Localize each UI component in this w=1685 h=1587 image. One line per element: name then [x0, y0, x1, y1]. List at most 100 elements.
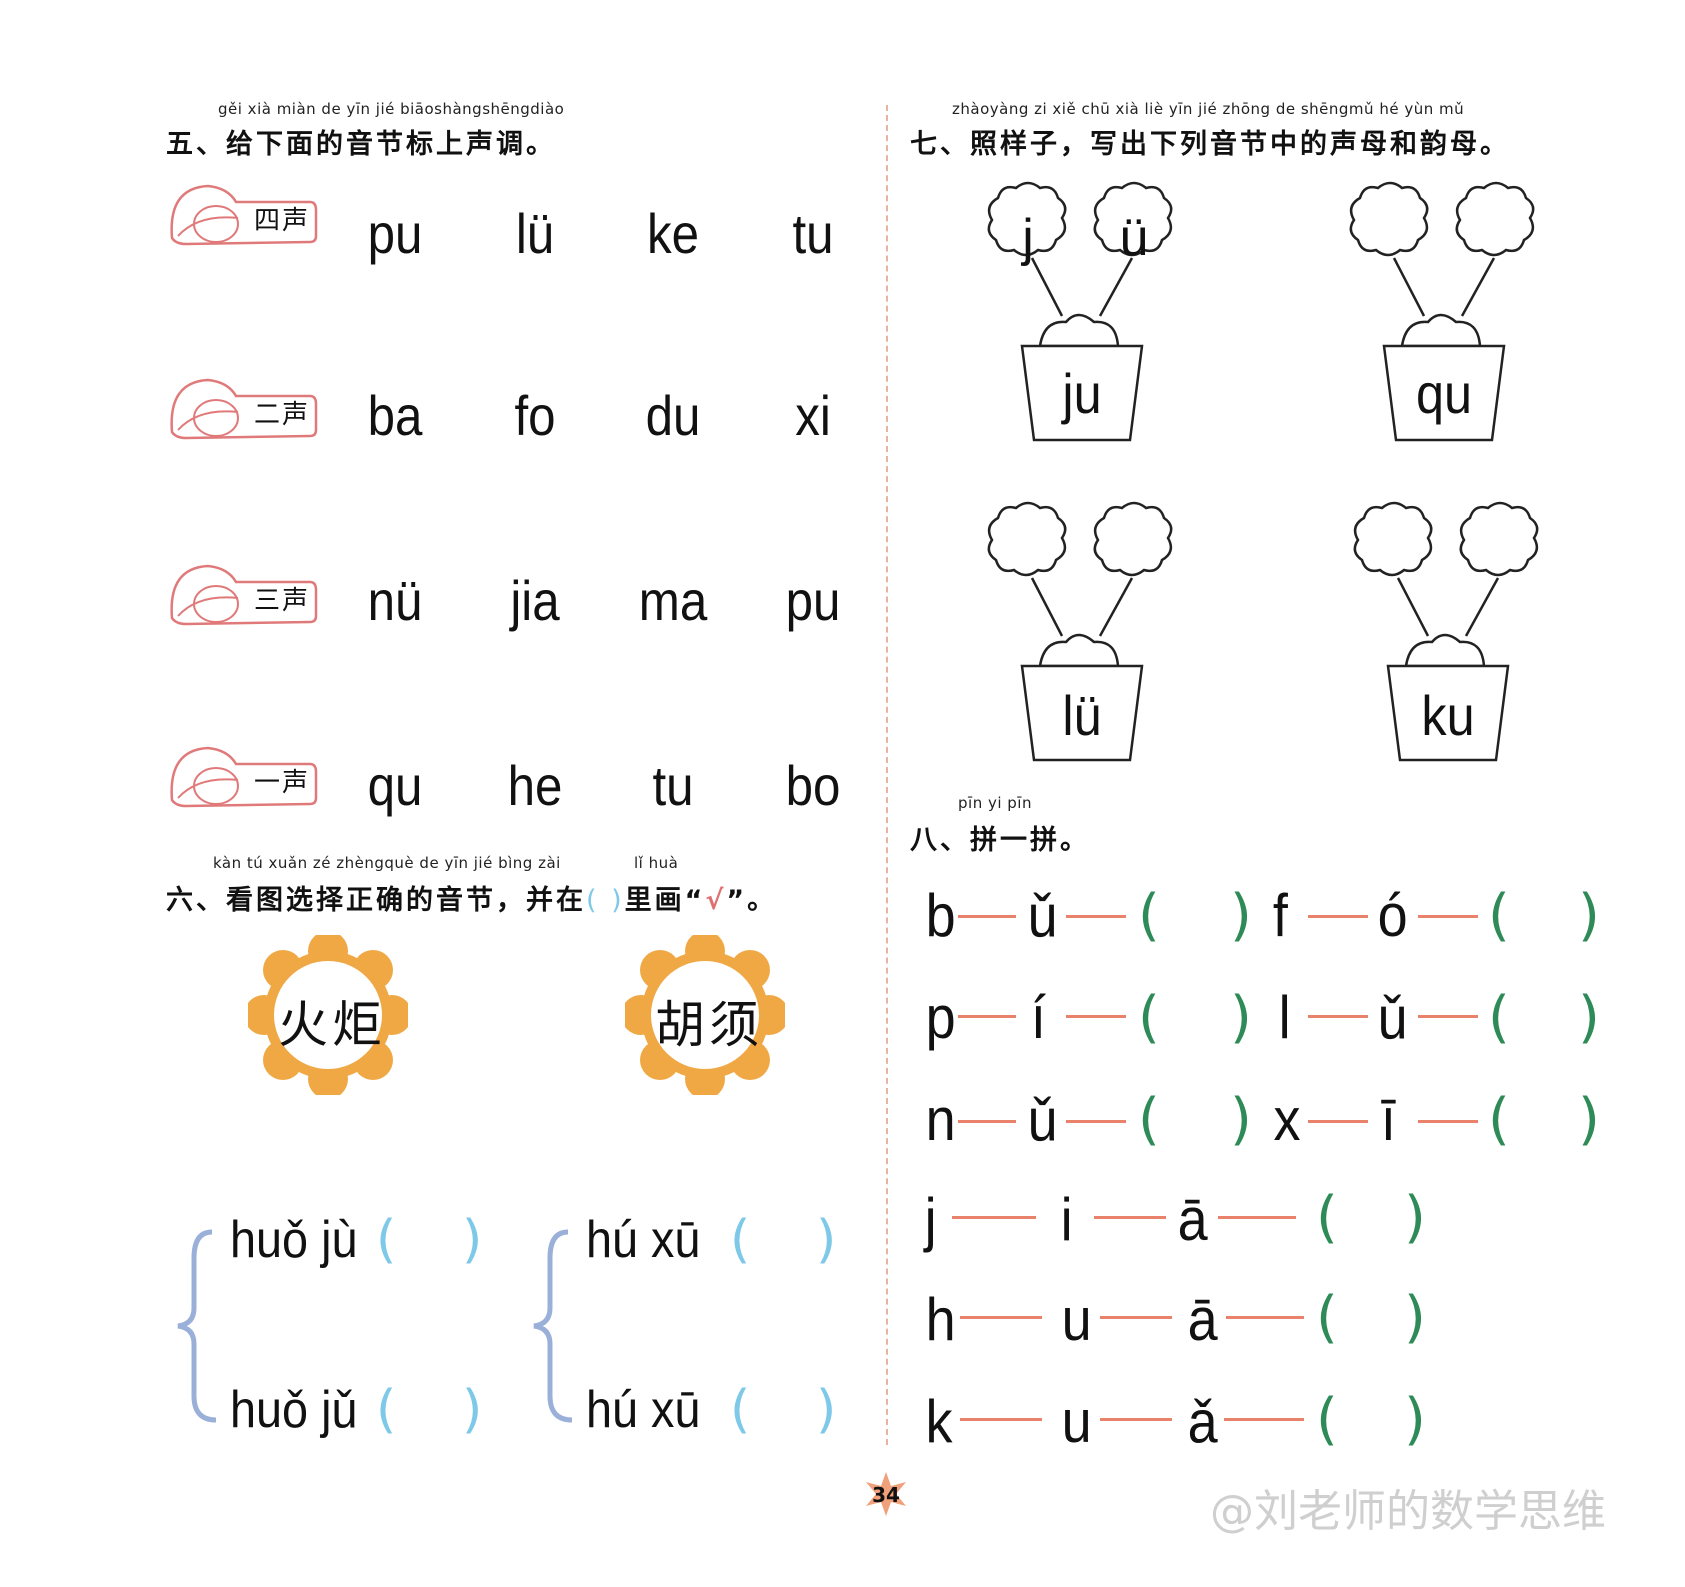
- pot-syllable: qu: [1415, 362, 1473, 425]
- section6-pinyin-b: lǐ huà: [634, 854, 679, 872]
- connector: [1218, 1216, 1296, 1219]
- answer-paren-open[interactable]: (: [1488, 990, 1510, 1046]
- initial: b: [925, 882, 956, 949]
- final: ā: [1177, 1186, 1208, 1253]
- flower-picture-2: 胡须: [621, 931, 789, 1099]
- syllable: lü: [515, 202, 555, 265]
- connector: [1308, 1015, 1368, 1018]
- syllable: ba: [367, 384, 423, 447]
- syllable: tu: [652, 754, 694, 817]
- answer-paren-close[interactable]: ): [1230, 888, 1252, 944]
- syllable: xi: [795, 384, 831, 447]
- option-pinyin: hú xū: [586, 1381, 701, 1439]
- medial: u: [1061, 1286, 1092, 1353]
- answer-paren-open[interactable]: (: [730, 1384, 750, 1436]
- answer-paren-close[interactable]: ): [1578, 888, 1600, 944]
- section6-title-quote-open: “: [684, 885, 706, 916]
- answer-paren-close[interactable]: ): [1230, 1092, 1252, 1148]
- answer-paren-open[interactable]: (: [376, 1384, 396, 1436]
- connector: [1418, 1015, 1478, 1018]
- answer-paren-open[interactable]: (: [1488, 1092, 1510, 1148]
- tree-pot-4: ku: [1336, 498, 1556, 768]
- tone-label: 三声: [254, 586, 311, 616]
- connector: [952, 1216, 1036, 1219]
- option-pinyin: huǒ jù: [230, 1211, 358, 1269]
- syllable: tu: [792, 202, 834, 265]
- tone-label: 四声: [254, 206, 311, 236]
- syllable: qu: [367, 754, 423, 817]
- brace-icon: [177, 1229, 217, 1423]
- connector: [1418, 1120, 1478, 1123]
- connector: [960, 1316, 1042, 1319]
- answer-paren-close[interactable]: ): [1230, 990, 1252, 1046]
- initial: f: [1272, 882, 1288, 949]
- syllable: he: [507, 754, 563, 817]
- answer-paren-close[interactable]: ): [816, 1384, 836, 1436]
- medial: i: [1060, 1186, 1073, 1253]
- syllable: bo: [785, 754, 841, 817]
- answer-paren-open[interactable]: (: [1488, 888, 1510, 944]
- pot-syllable: ku: [1421, 684, 1475, 747]
- medial: u: [1061, 1388, 1092, 1455]
- syllable: pu: [367, 202, 423, 265]
- final: ǔ: [1027, 1086, 1058, 1153]
- option-pinyin: hú xū: [586, 1211, 701, 1269]
- syllable: ma: [638, 569, 708, 632]
- syllable: pu: [785, 569, 841, 632]
- answer-paren-close[interactable]: ): [1578, 990, 1600, 1046]
- section8-pinyin: pīn yi pīn: [958, 794, 1032, 812]
- initial: l: [1278, 984, 1291, 1051]
- connector: [1308, 1120, 1368, 1123]
- syllable: nü: [367, 569, 423, 632]
- answer-paren-close[interactable]: ): [816, 1214, 836, 1266]
- connector: [1100, 1418, 1172, 1421]
- answer-paren-open[interactable]: (: [730, 1214, 750, 1266]
- answer-paren-close[interactable]: ): [1404, 1290, 1426, 1346]
- answer-paren-open[interactable]: (: [1138, 990, 1160, 1046]
- answer-paren-open[interactable]: (: [1316, 1290, 1338, 1346]
- answer-paren-open[interactable]: (: [1138, 1092, 1160, 1148]
- picture-word: 胡须: [655, 996, 763, 1054]
- section6-title-text: 六、看图选择正确的音节，并在: [166, 885, 586, 916]
- example-final: ü: [1119, 209, 1149, 267]
- tone-label: 一声: [254, 768, 311, 798]
- final: ā: [1187, 1286, 1218, 1353]
- initial: n: [925, 1086, 956, 1153]
- connector: [1418, 915, 1478, 918]
- answer-paren-open[interactable]: (: [1138, 888, 1160, 944]
- syllable: fo: [514, 384, 556, 447]
- tree-pot-2: qu: [1332, 178, 1552, 448]
- final: ó: [1377, 882, 1408, 949]
- picture-word: 火炬: [278, 996, 386, 1054]
- initial: j: [924, 1186, 937, 1253]
- page-number-badge: 34: [862, 1470, 910, 1518]
- tree-pot-3: lü: [970, 498, 1190, 768]
- answer-paren-close[interactable]: ): [1404, 1190, 1426, 1246]
- answer-paren-open[interactable]: (: [1316, 1190, 1338, 1246]
- final: ǔ: [1377, 984, 1408, 1051]
- answer-paren-close[interactable]: ): [1404, 1392, 1426, 1448]
- check-mark-icon: √: [705, 885, 727, 916]
- section6-title-quote-close: ”。: [726, 885, 778, 916]
- answer-paren-close[interactable]: ): [462, 1214, 482, 1266]
- final: ǎ: [1187, 1388, 1218, 1455]
- answer-paren-close[interactable]: ): [1578, 1092, 1600, 1148]
- initial: p: [925, 984, 956, 1051]
- connector: [1066, 1120, 1126, 1123]
- section5-pinyin: gěi xià miàn de yīn jié biāoshàngshēngdi…: [218, 100, 565, 118]
- answer-paren-open[interactable]: (: [376, 1214, 396, 1266]
- answer-paren-close[interactable]: ): [462, 1384, 482, 1436]
- connector: [958, 1120, 1016, 1123]
- connector: [960, 1418, 1042, 1421]
- tree-pot-example: j ü ju: [970, 178, 1190, 448]
- section6-pinyin: kàn tú xuǎn zé zhèngquè de yīn jié bìng …: [213, 854, 561, 872]
- final: í: [1030, 984, 1046, 1051]
- section6-title: 六、看图选择正确的音节，并在( )里画“√”。: [166, 878, 777, 917]
- connector: [958, 1015, 1016, 1018]
- tone-leaf-4: 一声: [168, 740, 318, 818]
- section6-title-text-b: 里画: [624, 885, 685, 916]
- connector: [1100, 1316, 1172, 1319]
- final: ǔ: [1027, 882, 1058, 949]
- answer-paren-open[interactable]: (: [1316, 1392, 1338, 1448]
- connector: [1226, 1316, 1304, 1319]
